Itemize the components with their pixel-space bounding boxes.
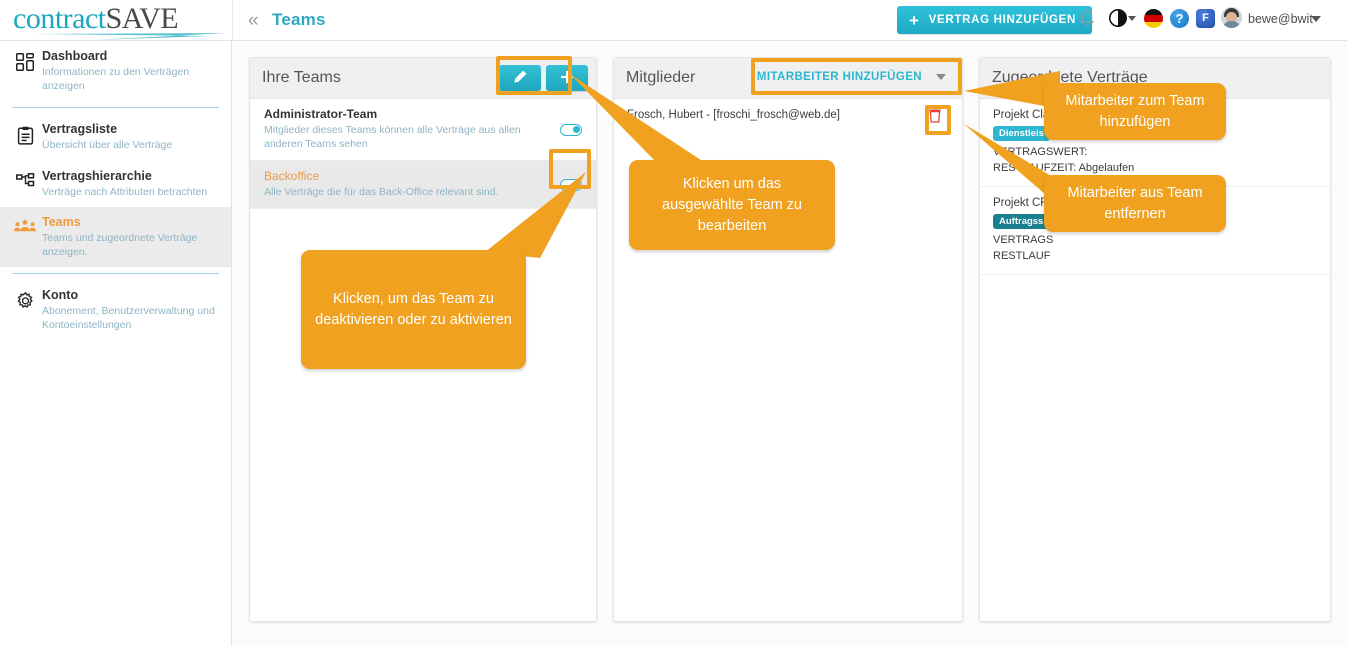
app-logo[interactable]: contractSAVE — [8, 1, 230, 41]
contract-value-line: VERTRAGS — [993, 234, 1054, 246]
callout-add-member: Mitarbeiter zum Team hinzufügen — [1044, 83, 1226, 140]
sidebar-title: Konto — [42, 288, 79, 302]
sidebar-title: Teams — [42, 215, 81, 229]
gear-icon — [8, 288, 42, 332]
sidebar-divider-1 — [12, 107, 219, 108]
contract-term-line: RESTLAUF — [993, 250, 1051, 262]
sidebar-item-text: Dashboard Informationen zu den Verträgen… — [42, 49, 221, 93]
logo-part-contract: contract — [13, 2, 106, 35]
help-icon[interactable]: ? — [1170, 9, 1189, 28]
sidebar-item-vertragshierarchie[interactable]: Vertragshierarchie Verträge nach Attribu… — [0, 161, 231, 208]
sidebar-subtitle: Übersicht über alle Verträge — [42, 139, 173, 151]
team-name: Administrator-Team — [264, 107, 378, 121]
sidebar-item-text: Teams Teams und zugeordnete Verträge anz… — [42, 215, 221, 259]
user-chevron-down-icon[interactable] — [1311, 16, 1321, 22]
sidebar-item-text: Konto Abonement, Benutzerverwaltung und … — [42, 288, 221, 332]
flag-de-icon[interactable] — [1144, 9, 1163, 28]
sidebar: Dashboard Informationen zu den Verträgen… — [0, 41, 232, 646]
sidebar-title: Vertragshierarchie — [42, 168, 152, 183]
people-icon — [8, 215, 42, 259]
sidebar-item-text: Vertragshierarchie Verträge nach Attribu… — [42, 169, 221, 200]
avatar[interactable] — [1221, 7, 1242, 28]
sidebar-subtitle: Abonement, Benutzerverwaltung und Kontoe… — [42, 305, 215, 331]
sidebar-title: Dashboard — [42, 49, 108, 63]
sidebar-title: Vertragsliste — [42, 122, 118, 136]
highlight-delete-member — [925, 105, 951, 135]
sidebar-collapse-icon[interactable]: « — [248, 10, 259, 32]
logo-part-save: SAVE — [105, 2, 179, 35]
app-icon[interactable]: F — [1196, 9, 1215, 28]
sidebar-subtitle: Informationen zu den Verträgen anzeigen — [42, 66, 190, 92]
sidebar-item-konto[interactable]: Konto Abonement, Benutzerverwaltung und … — [0, 280, 231, 340]
add-contract-button[interactable]: + VERTRAG HINZUFÜGEN — [897, 6, 1093, 34]
plus-icon: + — [909, 10, 920, 30]
dashboard-icon — [8, 49, 42, 93]
avatar-body — [1222, 21, 1241, 28]
contrast-icon[interactable] — [1109, 9, 1127, 27]
sidebar-divider-2 — [12, 273, 219, 274]
app-root: contractSAVE « Teams + VERTRAG HINZUFÜGE… — [0, 0, 1347, 646]
logo-text: contractSAVE — [13, 2, 179, 35]
sidebar-item-text: Vertragsliste Übersicht über alle Verträ… — [42, 122, 221, 153]
clipboard-icon — [8, 122, 42, 153]
callout-activate: Klicken, um das Team zu deaktivieren ode… — [301, 250, 526, 369]
page-title: Teams — [272, 10, 326, 29]
user-name[interactable]: bewe@bwit — [1248, 12, 1313, 26]
contrast-chevron-down-icon[interactable] — [1128, 16, 1136, 21]
team-description: Mitglieder dieses Teams können alle Vert… — [264, 124, 521, 150]
bell-icon[interactable] — [1079, 9, 1095, 27]
callout-edit: Klicken um das ausgewählte Team zu bearb… — [629, 160, 835, 250]
teams-panel-title: Ihre Teams — [262, 69, 341, 86]
sidebar-item-teams[interactable]: Teams Teams und zugeordnete Verträge anz… — [0, 207, 231, 267]
hierarchy-icon — [8, 169, 42, 200]
top-bar: contractSAVE « Teams + VERTRAG HINZUFÜGE… — [0, 0, 1347, 41]
sidebar-item-dashboard[interactable]: Dashboard Informationen zu den Verträgen… — [0, 41, 231, 101]
callout-remove-member: Mitarbeiter aus Team entfernen — [1044, 175, 1226, 232]
sidebar-item-vertragsliste[interactable]: Vertragsliste Übersicht über alle Verträ… — [0, 114, 231, 161]
highlight-add-member — [751, 58, 962, 95]
add-contract-label: VERTRAG HINZUFÜGEN — [928, 14, 1077, 26]
sidebar-subtitle: Teams und zugeordnete Verträge anzeigen. — [42, 232, 198, 258]
header-divider — [232, 0, 233, 41]
logo-swoosh-icon — [36, 33, 226, 40]
sidebar-subtitle: Verträge nach Attributen betrachten — [42, 185, 208, 198]
